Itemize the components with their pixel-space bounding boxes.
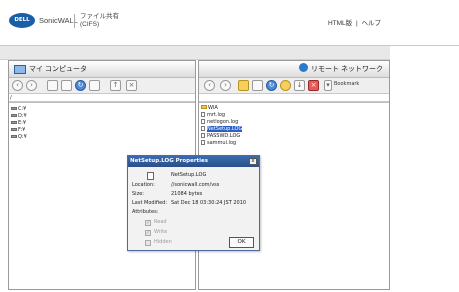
back-icon[interactable]: ‹	[12, 80, 23, 91]
file-name: netlogon.log	[207, 119, 239, 125]
bookmark-dropdown-icon[interactable]: ▾	[324, 80, 332, 91]
dialog-title: NetSetup.LOG Properties	[130, 158, 209, 164]
file-item[interactable]: netlogon.log	[201, 119, 238, 126]
globe-icon	[299, 63, 309, 72]
file-name: PASSWD.LOG	[207, 133, 241, 139]
drive-label: F:¥	[18, 127, 26, 133]
file-icon	[201, 119, 205, 124]
file-icon	[201, 140, 205, 145]
bookmark-button[interactable]: Bookmark	[334, 81, 359, 87]
modified-value: Sat Dec 18 03:30:24 JST 2010	[171, 200, 247, 206]
attributes-label: Attributes:	[132, 209, 159, 215]
file-item[interactable]: PASSWD.LOG	[201, 133, 240, 140]
file-icon	[201, 126, 205, 131]
size-label: Size:	[132, 191, 144, 197]
local-toolbar: ‹ › ↻ ↑ ×	[9, 78, 195, 94]
file-name: sammui.log	[207, 140, 237, 146]
folder-item[interactable]: WIA	[201, 105, 218, 112]
file-item[interactable]: mrt.log	[201, 112, 225, 119]
file-icon	[201, 133, 205, 138]
up-folder-icon[interactable]	[47, 80, 58, 91]
drive-label: Q:¥	[18, 134, 27, 140]
delete-icon[interactable]: ×	[308, 80, 319, 91]
remote-panel-title-bar: リモート ネットワーク	[199, 61, 389, 78]
drive-icon	[11, 135, 17, 138]
refresh-icon[interactable]: ↻	[266, 80, 277, 91]
app-header: DELL SonicWALL ファイル共有 (CIFS) HTML版 | ヘルプ	[0, 0, 459, 46]
help-link[interactable]: ヘルプ	[362, 20, 382, 27]
copy-icon[interactable]	[89, 80, 100, 91]
read-label: Read	[154, 219, 167, 225]
top-nav: HTML版 | ヘルプ	[326, 17, 381, 27]
refresh-icon[interactable]: ↻	[75, 80, 86, 91]
modified-label: Last Modified:	[132, 200, 168, 206]
dialog-title-bar[interactable]: NetSetup.LOG Properties x	[128, 156, 259, 167]
ok-button[interactable]: OK	[229, 237, 254, 248]
drive-item[interactable]: F:¥	[11, 127, 25, 134]
local-path-field[interactable]: /	[9, 94, 195, 102]
read-checkbox[interactable]: ✓	[145, 220, 151, 226]
download-icon[interactable]: ↓	[294, 80, 305, 91]
drive-label: C:¥	[18, 106, 27, 112]
delete-icon[interactable]: ×	[126, 80, 137, 91]
upload-icon[interactable]: ↑	[110, 80, 121, 91]
size-value: 21084 bytes	[171, 191, 203, 197]
local-panel-title: マイ コンピュータ	[29, 66, 87, 73]
html-version-link[interactable]: HTML版	[328, 20, 352, 27]
write-label: Write	[154, 229, 168, 235]
drive-icon	[11, 107, 17, 110]
hidden-label: Hidden	[154, 239, 172, 245]
drive-item[interactable]: C:¥	[11, 106, 26, 113]
local-panel-title-bar: マイ コンピュータ	[9, 61, 195, 78]
remote-panel-title: リモート ネットワーク	[311, 66, 383, 73]
drive-label: E:¥	[18, 120, 27, 126]
hidden-checkbox[interactable]	[145, 240, 151, 246]
drive-icon	[11, 114, 17, 117]
properties-dialog: NetSetup.LOG Properties x NetSetup.LOG L…	[127, 155, 260, 251]
folder-icon	[201, 105, 207, 109]
close-button[interactable]: x	[249, 158, 257, 165]
app-title-line1: ファイル共有	[80, 13, 119, 20]
brand-name: SonicWALL	[39, 16, 78, 25]
file-icon	[201, 112, 205, 117]
computer-icon	[14, 65, 26, 74]
drive-label: D:¥	[18, 113, 27, 119]
location-value: //sonicwall.com/vss	[171, 182, 220, 188]
dialog-filename: NetSetup.LOG	[171, 172, 207, 178]
file-item[interactable]: sammui.log	[201, 140, 236, 147]
back-icon[interactable]: ‹	[204, 80, 215, 91]
drive-item[interactable]: E:¥	[11, 120, 26, 127]
drive-icon	[11, 121, 17, 124]
file-name: NetSetup.LOG	[207, 126, 243, 132]
file-icon	[147, 172, 154, 180]
header-gray-strip	[0, 46, 390, 60]
forward-icon[interactable]: ›	[26, 80, 37, 91]
nav-separator: |	[355, 20, 358, 27]
header-divider	[74, 14, 75, 28]
app-title: ファイル共有 (CIFS)	[80, 13, 119, 28]
drive-icon	[11, 128, 17, 131]
new-folder-icon[interactable]	[61, 80, 72, 91]
file-name: WIA	[208, 105, 218, 111]
drive-item[interactable]: Q:¥	[11, 134, 27, 141]
file-name: mrt.log	[207, 112, 226, 118]
search-icon[interactable]	[280, 80, 291, 91]
drive-item[interactable]: D:¥	[11, 113, 27, 120]
remote-toolbar: ‹ › ↻ ↓ × ▾ Bookmark	[199, 78, 389, 94]
write-checkbox[interactable]: ✓	[145, 230, 151, 236]
location-label: Location:	[132, 182, 155, 188]
forward-icon[interactable]: ›	[220, 80, 231, 91]
new-folder-icon[interactable]	[252, 80, 263, 91]
dell-logo: DELL	[9, 13, 35, 28]
up-folder-icon[interactable]	[238, 80, 249, 91]
file-item-selected[interactable]: NetSetup.LOG	[201, 126, 243, 133]
app-title-line2: (CIFS)	[80, 20, 100, 28]
remote-path-field[interactable]	[199, 94, 389, 102]
